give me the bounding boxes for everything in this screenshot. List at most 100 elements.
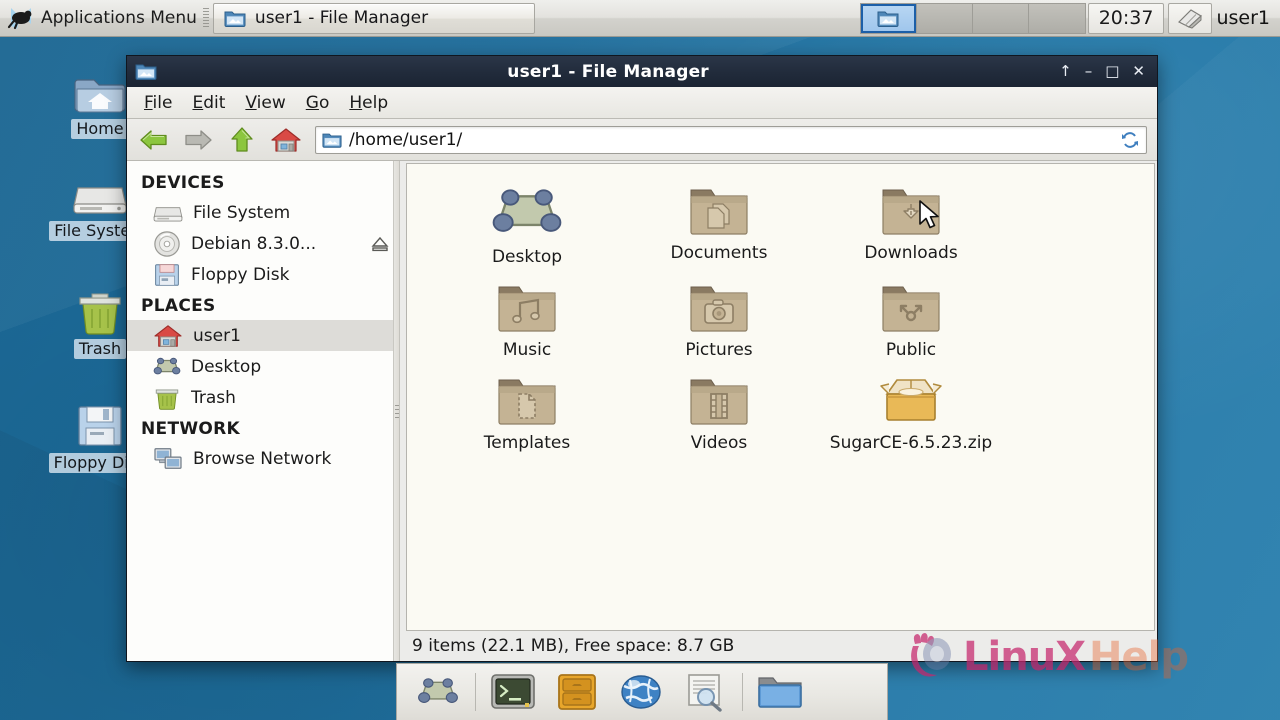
home-icon xyxy=(154,324,182,347)
home-button[interactable] xyxy=(267,123,305,157)
file-label: Public xyxy=(885,340,937,361)
folder-public-icon xyxy=(882,286,940,332)
menu-view-accel: V xyxy=(245,92,257,113)
menu-help[interactable]: Help xyxy=(340,90,397,116)
file-label: Music xyxy=(502,340,552,361)
dock-item-find-files[interactable] xyxy=(674,667,736,717)
sidebar-item-file-system[interactable]: File System xyxy=(127,197,399,228)
minimize-button[interactable]: – xyxy=(1085,64,1093,79)
desktop-icon-label: Home xyxy=(71,119,129,140)
back-button[interactable] xyxy=(135,123,173,157)
trash-icon xyxy=(79,293,121,335)
menu-view[interactable]: View xyxy=(236,90,294,116)
dock-item-open-folder[interactable] xyxy=(749,667,811,717)
file-item-music[interactable]: Music xyxy=(431,279,623,360)
forward-button[interactable] xyxy=(179,123,217,157)
eraser-icon xyxy=(1178,9,1203,29)
workspace-2[interactable] xyxy=(916,3,973,33)
panel-drag-handle[interactable] xyxy=(202,8,209,28)
desktop-icon xyxy=(153,357,181,374)
sidebar-splitter[interactable] xyxy=(393,161,399,661)
file-item-videos[interactable]: Videos xyxy=(623,372,815,453)
shade-button[interactable]: ↑ xyxy=(1059,64,1072,79)
home-folder-icon xyxy=(74,79,126,113)
close-button[interactable]: ✕ xyxy=(1132,64,1145,79)
menu-file[interactable]: File xyxy=(135,90,181,116)
terminal-icon xyxy=(491,674,535,709)
trash-icon xyxy=(155,388,179,410)
workspace-4[interactable] xyxy=(1028,3,1085,33)
menu-go[interactable]: Go xyxy=(297,90,339,116)
folder-blue-icon xyxy=(758,677,802,708)
dock-item-terminal[interactable] xyxy=(482,667,544,717)
sidebar-heading-places: PLACES xyxy=(141,296,216,316)
up-button[interactable] xyxy=(223,123,261,157)
file-item-templates[interactable]: Templates xyxy=(431,372,623,453)
file-label: Documents xyxy=(670,243,768,263)
search-document-icon xyxy=(688,674,722,712)
menubar: File Edit View Go Help xyxy=(127,87,1157,119)
sidebar-item-browse-network[interactable]: Browse Network xyxy=(127,443,399,474)
clock[interactable]: 20:37 xyxy=(1087,2,1165,34)
menu-file-accel: F xyxy=(144,92,153,113)
menu-edit[interactable]: Edit xyxy=(183,90,234,116)
floppy-disk-icon xyxy=(155,263,179,286)
desktop-icon xyxy=(418,678,458,703)
file-item-pictures[interactable]: Pictures xyxy=(623,279,815,360)
task-button-file-manager[interactable]: user1 - File Manager xyxy=(212,2,535,34)
sidebar-item-desktop[interactable]: Desktop xyxy=(127,351,399,382)
sidebar: DEVICES File System Debian 8.3.0... Flop… xyxy=(127,161,400,661)
dock-item-web-browser[interactable] xyxy=(610,667,672,717)
workspace-3[interactable] xyxy=(972,3,1029,33)
desktop-icon-label: Trash xyxy=(73,339,127,360)
hard-drive-icon xyxy=(73,187,127,214)
file-item-public[interactable]: Public xyxy=(815,279,1007,360)
icon-grid: Desktop Documents Downloads Music Pictur… xyxy=(421,182,1140,453)
sidebar-item-label: Debian 8.3.0... xyxy=(191,233,317,254)
path-entry[interactable]: /home/user1/ xyxy=(315,125,1147,154)
file-label: Templates xyxy=(483,433,571,454)
sidebar-item-debian-disc[interactable]: Debian 8.3.0... xyxy=(127,228,399,259)
window-buttons: ↑ – □ ✕ xyxy=(1059,64,1151,79)
globe-icon xyxy=(621,675,661,709)
panel-spacer xyxy=(535,0,860,36)
splitter-grip[interactable] xyxy=(395,405,399,421)
statusbar: 9 items (22.1 MB), Free space: 8.7 GB xyxy=(406,631,1155,661)
window-titlebar[interactable]: user1 - File Manager ↑ – □ ✕ xyxy=(127,56,1157,87)
file-manager-window: user1 - File Manager ↑ – □ ✕ File Edit V… xyxy=(126,55,1158,662)
menu-edit-accel: E xyxy=(192,92,204,113)
file-icon-view[interactable]: Desktop Documents Downloads Music Pictur… xyxy=(406,163,1155,631)
sidebar-item-label: File System xyxy=(193,202,291,223)
dock-item-file-manager[interactable] xyxy=(546,667,608,717)
sidebar-item-floppy-disk[interactable]: Floppy Disk xyxy=(127,259,399,290)
maximize-button[interactable]: □ xyxy=(1105,64,1119,79)
file-label: Downloads xyxy=(864,243,958,263)
file-item-documents[interactable]: Documents xyxy=(623,182,815,267)
file-item-desktop[interactable]: Desktop xyxy=(431,182,623,267)
file-label: Videos xyxy=(690,433,748,454)
menu-go-accel: G xyxy=(305,92,319,113)
task-button-label: user1 - File Manager xyxy=(254,8,429,28)
file-item-archive[interactable]: SugarCE-6.5.23.zip xyxy=(815,372,1007,453)
sidebar-item-label: user1 xyxy=(193,325,241,346)
menu-edit-rest: dit xyxy=(203,92,226,113)
username-label[interactable]: user1 xyxy=(1216,7,1280,29)
file-item-downloads[interactable]: Downloads xyxy=(815,182,1007,267)
eject-icon[interactable] xyxy=(371,236,389,252)
path-value[interactable]: /home/user1/ xyxy=(349,130,1113,150)
applications-menu-button[interactable]: Applications Menu xyxy=(0,0,201,36)
sidebar-item-trash[interactable]: Trash xyxy=(127,382,399,413)
folder-documents-icon xyxy=(690,189,748,235)
file-label: SugarCE-6.5.23.zip xyxy=(829,433,993,454)
folder-small-icon xyxy=(322,133,342,148)
applications-menu-label: Applications Menu xyxy=(41,8,197,28)
window-icon xyxy=(135,64,157,80)
dock-item-show-desktop[interactable] xyxy=(407,667,469,717)
workspace-1[interactable] xyxy=(860,3,917,33)
system-tray-icon[interactable] xyxy=(1168,2,1213,34)
file-label: Desktop xyxy=(491,247,563,267)
reload-icon[interactable] xyxy=(1120,130,1140,150)
workspace-switcher[interactable] xyxy=(859,2,1086,34)
sidebar-item-user1[interactable]: user1 xyxy=(127,320,399,351)
menu-help-accel: H xyxy=(349,92,363,113)
